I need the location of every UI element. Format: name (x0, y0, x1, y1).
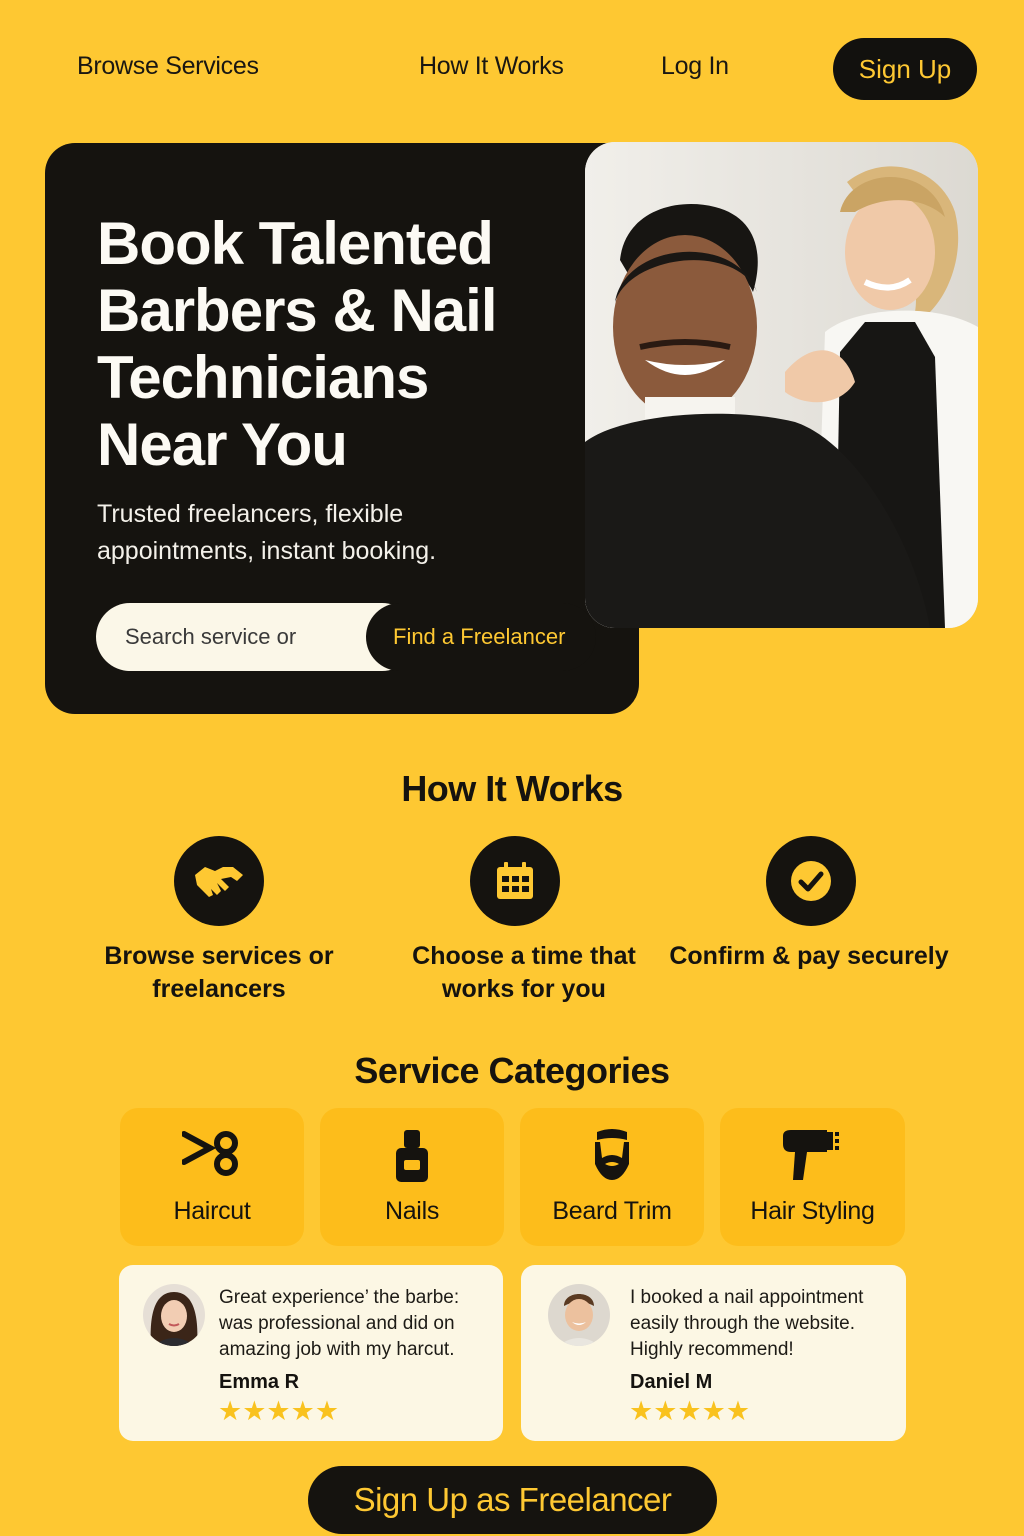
nav-how-it-works[interactable]: How It Works (419, 52, 564, 81)
hair-dryer-icon (782, 1130, 839, 1180)
checkmark-icon (766, 836, 856, 926)
nav-log-in[interactable]: Log In (661, 52, 729, 81)
nav-browse-services[interactable]: Browse Services (77, 52, 259, 81)
testimonial-text: I booked a nail appointment easily throu… (630, 1287, 864, 1360)
category-label: Nails (384, 1197, 440, 1225)
handshake-icon (174, 836, 264, 926)
hero-subtitle: Trusted freelancers, flexible appointmen… (97, 500, 437, 565)
hero-title: Book Talented Barbers & Nail Technicians… (97, 210, 498, 478)
search-bar: Find a Freelancer (96, 603, 596, 671)
category-label: Haircut (173, 1197, 251, 1225)
sign-up-button[interactable]: Sign Up (833, 38, 977, 100)
rating-stars: ★★★★★ (218, 1396, 340, 1426)
avatar (548, 1284, 610, 1346)
scissors-icon (182, 1131, 238, 1176)
service-categories-title: Service Categories (354, 1050, 670, 1091)
testimonial-text: Great experience’ the barbe: was profess… (219, 1287, 460, 1360)
hero-photo (585, 142, 978, 628)
testimonial-card: I booked a nail appointment easily throu… (521, 1265, 906, 1441)
nail-polish-icon (396, 1130, 428, 1182)
testimonial-author: Daniel M (630, 1371, 713, 1393)
avatar (143, 1284, 205, 1346)
category-label: Hair Styling (750, 1197, 875, 1225)
rating-stars: ★★★★★ (629, 1396, 751, 1426)
how-it-works-title: How It Works (401, 768, 623, 809)
category-hair-styling[interactable]: Hair Styling (720, 1108, 905, 1246)
step-confirm-pay-label: Confirm & pay securely (669, 942, 949, 970)
category-haircut[interactable]: Haircut (120, 1108, 304, 1246)
barber-photo-illustration (585, 142, 978, 628)
step-choose-time-label: Choose a time that works for you (412, 942, 636, 1003)
testimonial-author: Emma R (219, 1371, 300, 1393)
step-browse-label: Browse services or freelancers (104, 942, 334, 1003)
beard-icon (595, 1129, 629, 1180)
category-nails[interactable]: Nails (320, 1108, 504, 1246)
find-freelancer-button[interactable]: Find a Freelancer (366, 603, 596, 671)
testimonial-card: Great experience’ the barbe: was profess… (119, 1265, 503, 1441)
sign-up-freelancer-button[interactable]: Sign Up as Freelancer (308, 1466, 717, 1534)
category-label: Beard Trim (552, 1197, 672, 1225)
category-beard-trim[interactable]: Beard Trim (520, 1108, 704, 1246)
calendar-icon (470, 836, 560, 926)
